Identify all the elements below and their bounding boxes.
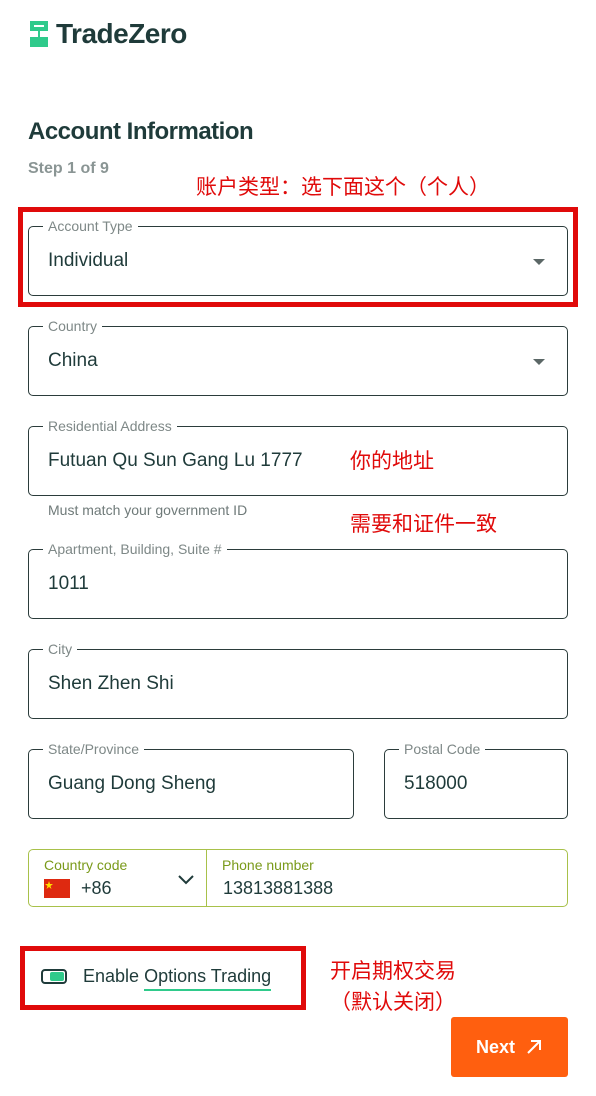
state-province-field[interactable]: State/Province Guang Dong Sheng	[28, 741, 354, 819]
apartment-field[interactable]: Apartment, Building, Suite # 1011	[28, 541, 568, 619]
apartment-label: Apartment, Building, Suite #	[43, 541, 227, 557]
tradezero-logo-icon	[30, 21, 48, 47]
account-type-annotation: 账户类型：选下面这个（个人）	[196, 175, 490, 199]
next-button-label: Next	[475, 1036, 515, 1057]
address-helper-text: Must match your government ID	[48, 502, 248, 518]
brand-name: TradeZero	[56, 18, 187, 49]
phone-number-input[interactable]: 13813881388	[223, 878, 333, 899]
residential-address-field[interactable]: Residential Address Futuan Qu Sun Gang L…	[28, 418, 568, 496]
state-province-label: State/Province	[43, 741, 145, 757]
page-title: Account Information	[28, 118, 254, 145]
options-trading-toggle[interactable]	[41, 969, 67, 984]
options-trading-link[interactable]: Options Trading	[144, 966, 272, 991]
country-label: Country	[43, 318, 103, 334]
city-field[interactable]: City Shen Zhen Shi	[28, 641, 568, 719]
dropdown-arrow-icon	[533, 259, 545, 265]
city-value: Shen Zhen Shi	[48, 673, 174, 694]
apartment-value: 1011	[48, 573, 89, 594]
country-code-select[interactable]: Country code +86	[29, 850, 207, 906]
phone-input-group: Country code +86 Phone number 1381388138…	[28, 849, 568, 907]
options-trading-label-prefix: Enable	[83, 966, 140, 986]
account-type-label: Account Type	[43, 218, 138, 234]
chevron-down-icon	[178, 875, 194, 885]
country-select[interactable]: Country China	[28, 318, 568, 396]
city-label: City	[43, 641, 78, 657]
account-type-select[interactable]: Account Type Individual	[28, 218, 568, 296]
postal-code-label: Postal Code	[399, 741, 486, 757]
account-type-value: Individual	[48, 250, 129, 271]
country-value: China	[48, 350, 98, 371]
next-button[interactable]: Next	[451, 1017, 568, 1077]
options-trading-label[interactable]: Enable Options Trading	[83, 966, 272, 991]
toggle-knob	[50, 972, 64, 981]
tradezero-logo: TradeZero	[28, 18, 187, 50]
step-indicator: Step 1 of 9	[28, 160, 109, 177]
arrow-up-right-icon	[527, 1040, 541, 1054]
state-province-value: Guang Dong Sheng	[48, 773, 216, 794]
options-annotation-line1: 开启期权交易	[330, 959, 456, 983]
id-match-annotation: 需要和证件一致	[350, 512, 497, 536]
address-annotation: 你的地址	[350, 449, 434, 473]
postal-code-value: 518000	[404, 773, 468, 794]
options-annotation-line2: （默认关闭）	[330, 990, 456, 1014]
china-flag-icon	[44, 879, 70, 898]
residential-address-value: Futuan Qu Sun Gang Lu 1777	[48, 450, 303, 471]
dropdown-arrow-icon	[533, 359, 545, 365]
residential-address-label: Residential Address	[43, 418, 177, 434]
phone-number-label: Phone number	[222, 857, 314, 873]
country-code-label: Country code	[44, 857, 128, 873]
country-code-value: +86	[81, 878, 112, 898]
postal-code-field[interactable]: Postal Code 518000	[384, 741, 568, 819]
